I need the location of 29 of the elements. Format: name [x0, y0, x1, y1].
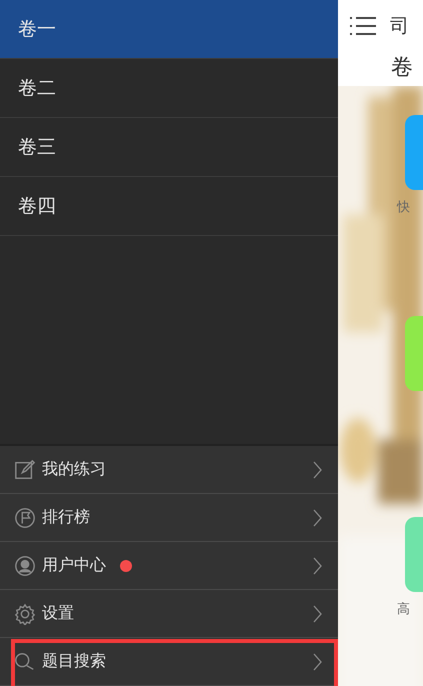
volume-heading: 卷 — [390, 54, 414, 82]
app-tile-icon[interactable] — [405, 517, 423, 592]
menu-icon[interactable] — [350, 16, 376, 36]
chevron-icon — [313, 508, 322, 526]
menu-item[interactable]: 排行榜 — [0, 494, 338, 542]
chevron-icon — [313, 460, 322, 478]
user-icon — [14, 554, 36, 576]
menu-item[interactable]: 题目搜索 — [0, 638, 338, 686]
app-tile-icon[interactable] — [405, 115, 423, 190]
menu-label: 题目搜索 — [42, 651, 106, 672]
chevron-icon — [313, 652, 322, 670]
menu-item[interactable]: 我的练习 — [0, 446, 338, 494]
app-title: 司 — [390, 14, 409, 39]
edit-icon — [14, 458, 36, 480]
volume-item[interactable]: 卷一 — [0, 0, 338, 59]
menu-item[interactable]: 设置 — [0, 590, 338, 638]
app-tile-icon[interactable] — [405, 316, 423, 391]
tile-label: 高 — [397, 601, 411, 618]
settings-icon — [14, 602, 36, 624]
menu-label: 设置 — [42, 603, 74, 624]
chevron-icon — [313, 556, 322, 574]
tile-label: 快 — [397, 199, 411, 216]
menu-label: 我的练习 — [42, 459, 106, 480]
flag-icon — [14, 506, 36, 528]
search-icon — [14, 650, 36, 672]
menu-item[interactable]: 用户中心 — [0, 542, 338, 590]
menu-label: 排行榜 — [42, 507, 90, 528]
menu-label: 用户中心 — [42, 555, 106, 576]
chevron-icon — [313, 604, 322, 622]
